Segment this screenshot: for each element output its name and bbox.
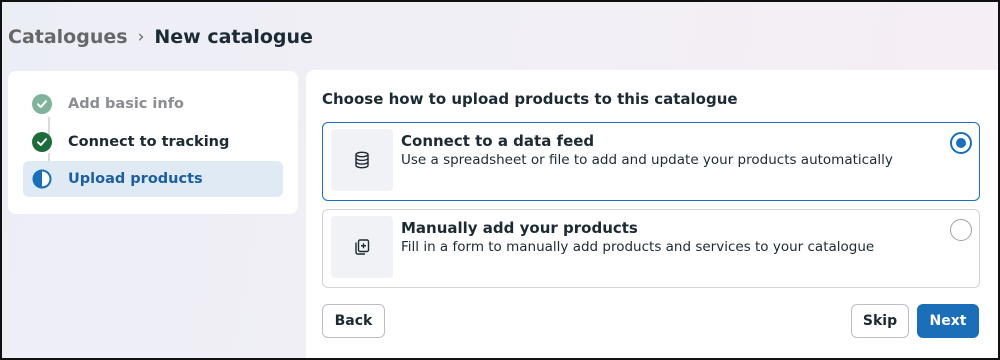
- window-frame: [0, 0, 1000, 360]
